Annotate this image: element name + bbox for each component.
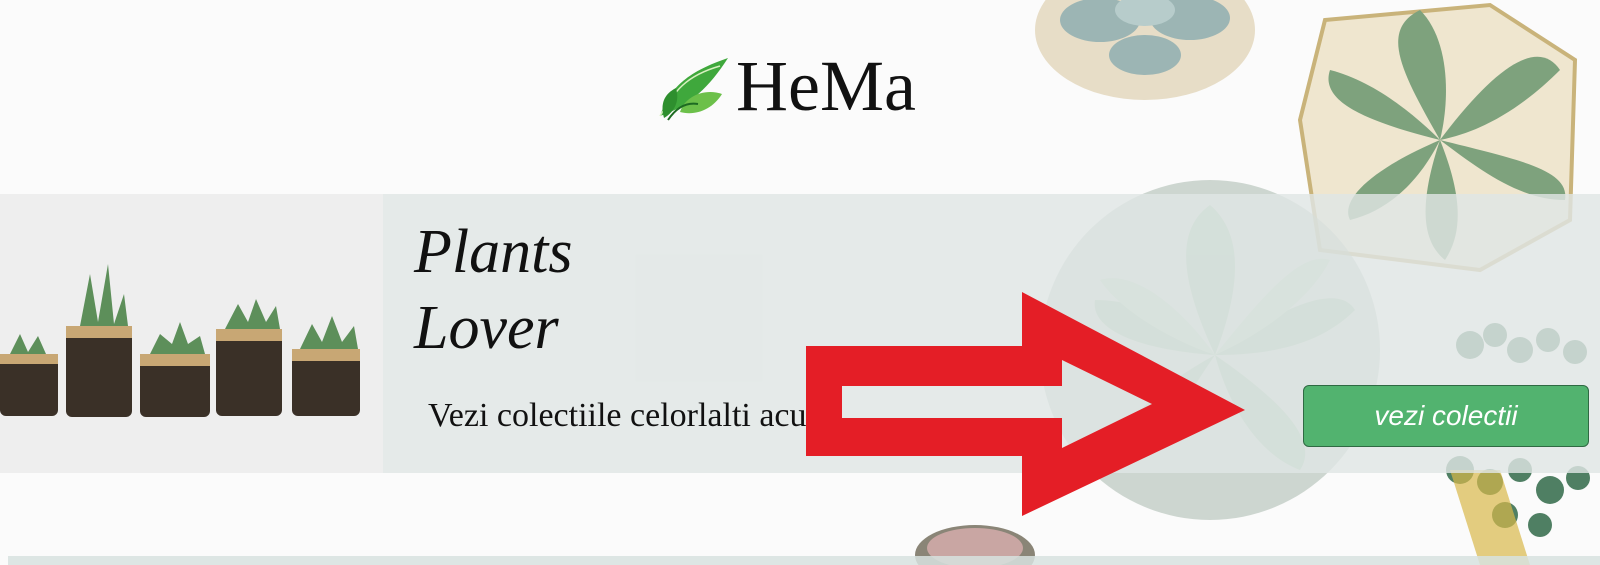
next-section-strip <box>8 556 1600 565</box>
leaf-icon <box>659 58 728 121</box>
hero-banner: Plants Lover Vezi colectiile celorlalti … <box>0 194 1600 473</box>
plant-jars-image <box>0 194 383 473</box>
logo-text: HeMa <box>736 46 916 126</box>
banner-title: Plants Lover <box>414 214 572 366</box>
banner-subtitle: Vezi colectiile celorlalti acum <box>428 397 833 434</box>
banner-title-line1: Plants <box>414 218 573 286</box>
banner-title-line2: Lover <box>414 294 559 362</box>
site-logo[interactable]: HeMa <box>650 46 916 126</box>
view-collections-button[interactable]: vezi colectii <box>1303 385 1589 447</box>
